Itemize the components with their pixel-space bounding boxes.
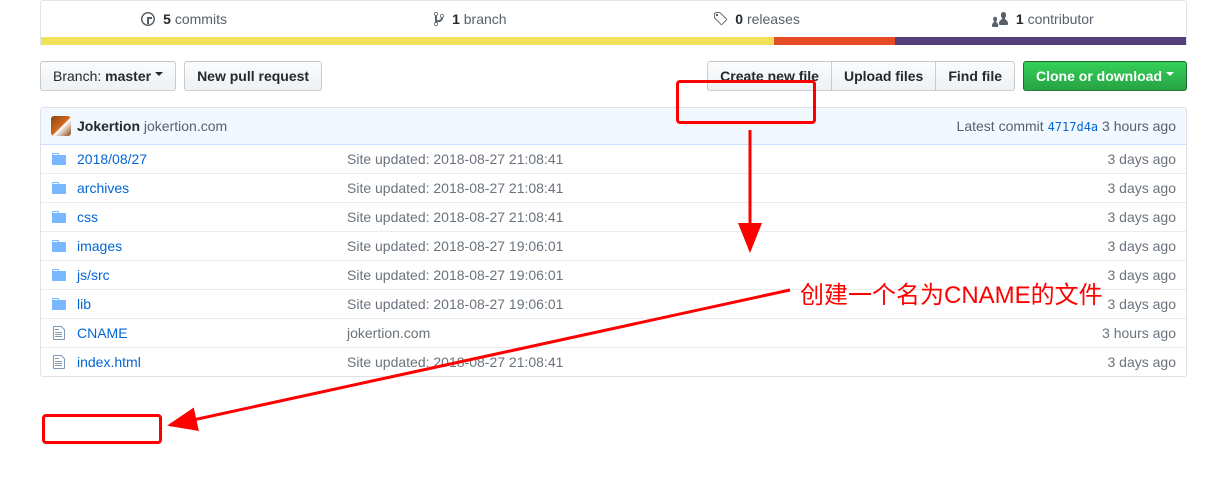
file-name[interactable]: js/src — [77, 267, 347, 283]
new-pull-request-button[interactable]: New pull request — [184, 61, 322, 91]
folder-icon — [51, 209, 67, 225]
file-age: 3 days ago — [1108, 267, 1177, 283]
file-age: 3 days ago — [1108, 238, 1177, 254]
file-age: 3 days ago — [1108, 354, 1177, 370]
file-icon — [51, 354, 67, 370]
branch-icon — [434, 11, 444, 27]
file-name[interactable]: index.html — [77, 354, 347, 370]
commit-sha[interactable]: 4717d4a — [1048, 120, 1099, 134]
highlight-cname-row — [42, 414, 162, 444]
file-toolbar: Branch: master New pull request Create n… — [40, 61, 1187, 91]
file-row: imagesSite updated: 2018-08-27 19:06:013… — [41, 231, 1186, 260]
upload-files-button[interactable]: Upload files — [831, 61, 935, 91]
clone-download-button[interactable]: Clone or download — [1023, 61, 1187, 91]
file-age: 3 days ago — [1108, 151, 1177, 167]
branch-select-button[interactable]: Branch: master — [40, 61, 176, 91]
file-row: 2018/08/27Site updated: 2018-08-27 21:08… — [41, 145, 1186, 173]
file-row: libSite updated: 2018-08-27 19:06:013 da… — [41, 289, 1186, 318]
file-row: archivesSite updated: 2018-08-27 21:08:4… — [41, 173, 1186, 202]
file-row: CNAMEjokertion.com3 hours ago — [41, 318, 1186, 347]
file-age: 3 days ago — [1108, 180, 1177, 196]
caret-down-icon — [1166, 72, 1174, 80]
file-actions-group: Create new file Upload files Find file — [707, 61, 1015, 91]
file-row: js/srcSite updated: 2018-08-27 19:06:013… — [41, 260, 1186, 289]
commit-message[interactable]: jokertion.com — [144, 118, 227, 134]
people-icon — [992, 11, 1008, 27]
tag-icon — [713, 11, 727, 27]
file-row: cssSite updated: 2018-08-27 21:08:413 da… — [41, 202, 1186, 231]
create-new-file-button[interactable]: Create new file — [707, 61, 831, 91]
file-name[interactable]: css — [77, 209, 347, 225]
file-icon — [51, 325, 67, 341]
stats-contributors[interactable]: 1 contributor — [900, 1, 1186, 37]
file-commit-message[interactable]: Site updated: 2018-08-27 19:06:01 — [347, 267, 1108, 283]
folder-icon — [51, 267, 67, 283]
file-age: 3 hours ago — [1102, 325, 1176, 341]
file-commit-message[interactable]: Site updated: 2018-08-27 21:08:41 — [347, 209, 1108, 225]
file-name[interactable]: CNAME — [77, 325, 347, 341]
folder-icon — [51, 296, 67, 312]
file-name[interactable]: lib — [77, 296, 347, 312]
stats-branches[interactable]: 1 branch — [327, 1, 613, 37]
latest-commit-bar: Jokertion jokertion.com Latest commit 47… — [41, 108, 1186, 145]
file-name[interactable]: 2018/08/27 — [77, 151, 347, 167]
stats-releases[interactable]: 0 releases — [614, 1, 900, 37]
file-age: 3 days ago — [1108, 209, 1177, 225]
file-commit-message[interactable]: Site updated: 2018-08-27 19:06:01 — [347, 296, 1108, 312]
file-commit-message[interactable]: Site updated: 2018-08-27 21:08:41 — [347, 151, 1108, 167]
caret-down-icon — [155, 72, 163, 80]
file-commit-message[interactable]: jokertion.com — [347, 325, 1102, 341]
avatar[interactable] — [51, 116, 71, 136]
folder-icon — [51, 238, 67, 254]
stats-commits[interactable]: 5 commits — [41, 1, 327, 37]
file-commit-message[interactable]: Site updated: 2018-08-27 19:06:01 — [347, 238, 1108, 254]
file-listing: Jokertion jokertion.com Latest commit 47… — [40, 107, 1187, 377]
file-name[interactable]: archives — [77, 180, 347, 196]
file-age: 3 days ago — [1108, 296, 1177, 312]
file-commit-message[interactable]: Site updated: 2018-08-27 21:08:41 — [347, 354, 1108, 370]
find-file-button[interactable]: Find file — [935, 61, 1015, 91]
folder-icon — [51, 180, 67, 196]
file-row: index.htmlSite updated: 2018-08-27 21:08… — [41, 347, 1186, 376]
commit-author[interactable]: Jokertion — [77, 118, 140, 134]
commit-age: 3 hours ago — [1102, 118, 1176, 134]
file-name[interactable]: images — [77, 238, 347, 254]
folder-icon — [51, 151, 67, 167]
history-icon — [141, 11, 155, 27]
language-bar[interactable] — [40, 37, 1187, 45]
file-commit-message[interactable]: Site updated: 2018-08-27 21:08:41 — [347, 180, 1108, 196]
repo-stats-bar: 5 commits 1 branch 0 releases 1 contribu… — [40, 0, 1187, 37]
